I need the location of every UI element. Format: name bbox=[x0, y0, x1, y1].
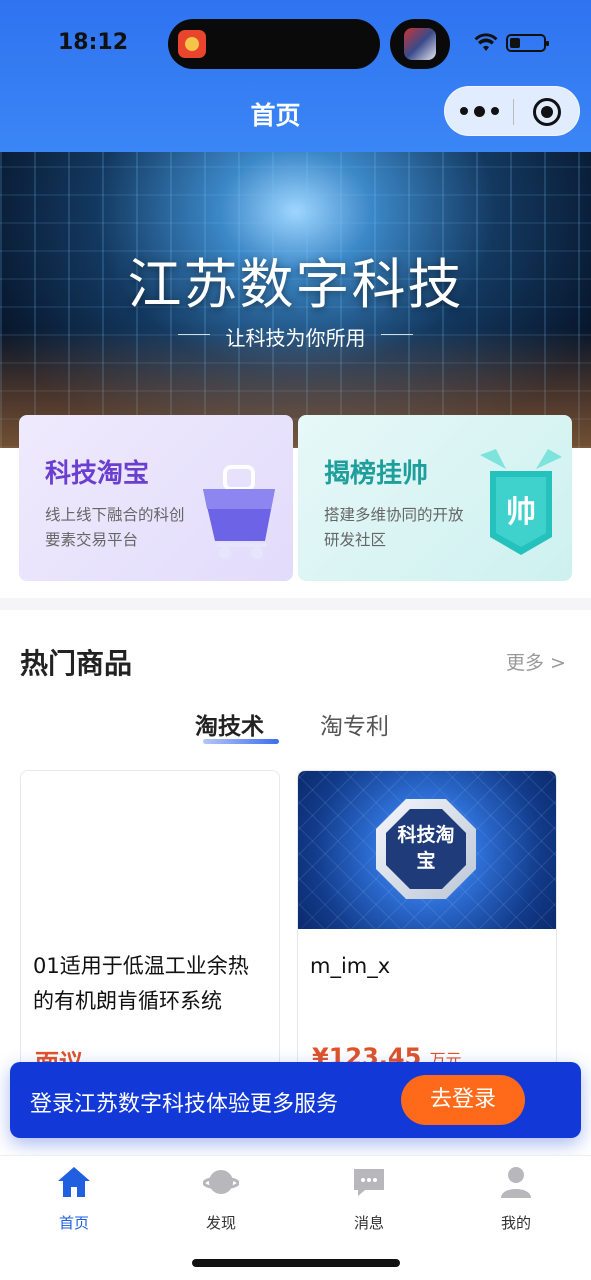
tabbar-label: 首页 bbox=[58, 1214, 89, 1232]
feature-card-title: 揭榜挂帅 bbox=[324, 459, 429, 489]
banner-subtitle: 让科技为你所用 bbox=[225, 326, 366, 350]
feature-card-desc: 线上线下融合的科创要素交易平台 bbox=[45, 506, 185, 549]
tabbar-label: 我的 bbox=[500, 1214, 531, 1232]
battery-icon bbox=[506, 34, 549, 52]
tabbar-label: 消息 bbox=[353, 1214, 384, 1232]
status-time: 18:12 bbox=[58, 30, 129, 55]
hero-banner[interactable]: 江苏数字科技 让科技为你所用 bbox=[0, 152, 591, 448]
close-miniprogram-button[interactable] bbox=[533, 98, 561, 126]
user-icon bbox=[501, 1167, 531, 1198]
tab-tao-zhuanli[interactable]: 淘专利 bbox=[320, 707, 389, 741]
tabbar-label: 发现 bbox=[205, 1214, 236, 1232]
message-icon bbox=[354, 1169, 384, 1196]
banner-title: 江苏数字科技 bbox=[127, 253, 464, 316]
login-prompt-bar: 登录江苏数字科技体验更多服务 去登录 bbox=[10, 1062, 581, 1138]
dynamic-island-right bbox=[390, 19, 450, 69]
app-activity-icon bbox=[178, 30, 206, 58]
product-card[interactable]: 科技淘宝 m_im_x ¥123.45 万元 bbox=[297, 770, 557, 1080]
wifi-icon bbox=[474, 33, 498, 51]
active-tab-indicator bbox=[203, 739, 279, 744]
section-divider bbox=[0, 598, 591, 610]
banner-divider-right bbox=[381, 334, 413, 335]
more-options-button[interactable] bbox=[445, 87, 513, 135]
section-title-hot-products: 热门商品 bbox=[20, 647, 133, 680]
header: 18:12 首页 bbox=[0, 0, 591, 152]
planet-icon bbox=[202, 1170, 240, 1194]
product-name: 01适用于低温工业余热的有机朗肯循环系统 bbox=[33, 954, 249, 1013]
tabbar-item-home[interactable]: 首页 bbox=[24, 1164, 124, 1233]
tab-tao-jishu[interactable]: 淘技术 bbox=[195, 707, 264, 741]
miniprogram-capsule bbox=[444, 86, 580, 136]
tabbar-item-messages[interactable]: 消息 bbox=[319, 1164, 419, 1233]
feature-card-desc: 搭建多维协同的开放研发社区 bbox=[324, 506, 464, 549]
feature-card-jiebang[interactable]: 揭榜挂帅 搭建多维协同的开放研发社区 帅 bbox=[298, 415, 572, 581]
keji-taobao-logo: 科技淘宝 bbox=[376, 799, 476, 899]
product-image: 科技淘宝 bbox=[298, 771, 556, 929]
product-name: m_im_x bbox=[310, 954, 391, 978]
product-image bbox=[21, 771, 279, 929]
feature-card-taobao[interactable]: 科技淘宝 线上线下融合的科创要素交易平台 bbox=[19, 415, 293, 581]
shuai-badge-icon: 帅 bbox=[480, 449, 562, 555]
product-card[interactable]: 01适用于低温工业余热的有机朗肯循环系统 面议 bbox=[20, 770, 280, 1080]
feature-card-title: 科技淘宝 bbox=[45, 459, 150, 489]
login-prompt-text: 登录江苏数字科技体验更多服务 bbox=[30, 1092, 339, 1117]
tabbar-item-discover[interactable]: 发现 bbox=[171, 1164, 271, 1233]
login-button[interactable]: 去登录 bbox=[401, 1075, 525, 1125]
logo-text: 科技淘宝 bbox=[397, 824, 455, 872]
app-thumbnail-icon bbox=[404, 28, 436, 60]
capsule-divider bbox=[513, 99, 514, 125]
logo-inner: 科技淘宝 bbox=[386, 809, 466, 889]
more-link[interactable]: 更多 > bbox=[506, 648, 566, 675]
home-icon bbox=[58, 1167, 90, 1197]
svg-text:帅: 帅 bbox=[506, 495, 536, 530]
dynamic-island bbox=[168, 19, 380, 69]
tabbar-item-mine[interactable]: 我的 bbox=[466, 1164, 566, 1233]
home-indicator bbox=[192, 1259, 400, 1267]
shopping-cart-icon bbox=[203, 465, 275, 559]
